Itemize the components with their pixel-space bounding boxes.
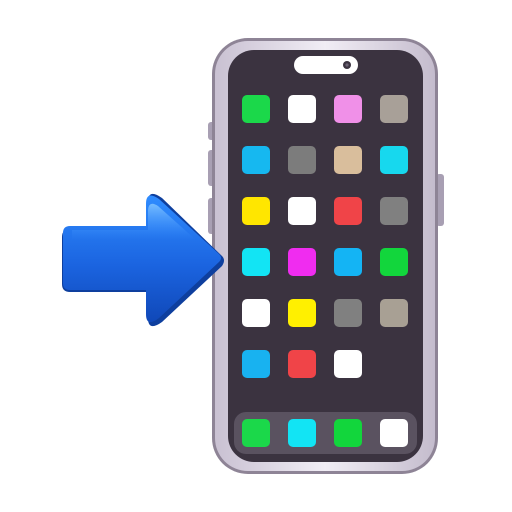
app-icon	[334, 299, 362, 327]
right-arrow-icon	[62, 193, 224, 327]
app-icon	[334, 146, 362, 174]
app-icon	[334, 95, 362, 123]
app-icon	[380, 248, 408, 276]
app-icon	[288, 248, 316, 276]
app-icon	[380, 197, 408, 225]
app-icon	[242, 248, 270, 276]
dock-app-icon	[288, 419, 316, 447]
app-icon	[288, 95, 316, 123]
app-icon	[242, 197, 270, 225]
emoji-canvas	[62, 38, 444, 474]
app-icon	[288, 146, 316, 174]
app-icon	[242, 95, 270, 123]
app-icon	[380, 146, 408, 174]
app-icon	[288, 299, 316, 327]
app-icon	[288, 197, 316, 225]
app-icon	[242, 299, 270, 327]
app-icon	[380, 95, 408, 123]
app-icon	[334, 248, 362, 276]
dock-app-icon	[242, 419, 270, 447]
app-icon	[242, 146, 270, 174]
dock-app-icon	[380, 419, 408, 447]
mobile-phone-with-arrow-emoji	[0, 0, 512, 512]
app-icon	[334, 197, 362, 225]
app-icon	[242, 350, 270, 378]
app-icon	[288, 350, 316, 378]
app-icon	[380, 299, 408, 327]
app-icon	[334, 350, 362, 378]
dock-app-icon	[334, 419, 362, 447]
arrow-body	[63, 195, 221, 323]
